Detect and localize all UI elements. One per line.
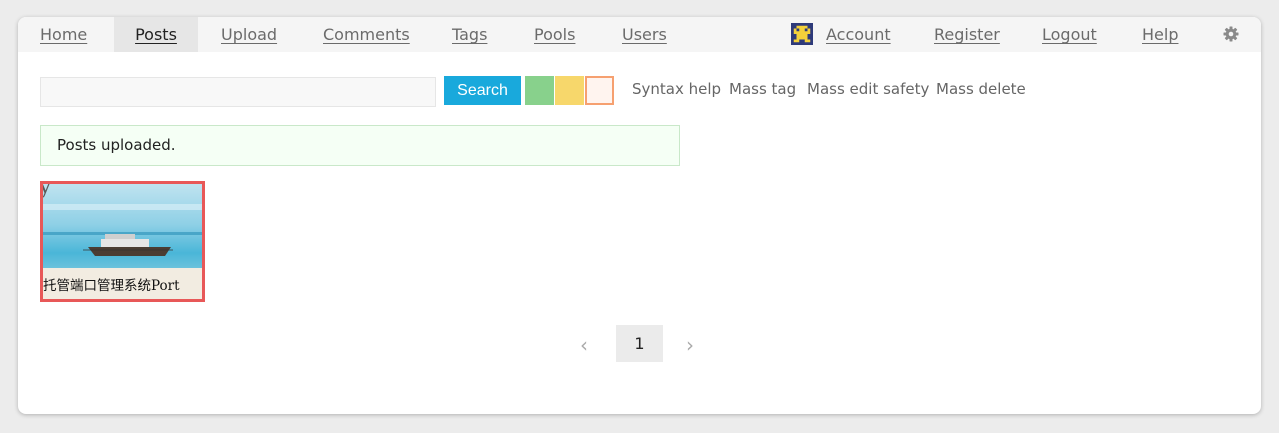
pagination-next-icon[interactable]: › (686, 333, 694, 357)
nav-account[interactable]: Account (826, 17, 891, 52)
nav-users[interactable]: Users (622, 17, 667, 52)
app-window: Home Posts Upload Comments Tags Pools Us… (18, 17, 1261, 414)
nav-register[interactable]: Register (934, 17, 1000, 52)
nav-home[interactable]: Home (40, 17, 87, 52)
nav-help[interactable]: Help (1142, 17, 1178, 52)
post-thumbnail[interactable]: y 托管端口管理系统Port (40, 181, 205, 302)
mass-tag-link[interactable]: Mass tag (729, 80, 796, 98)
search-input[interactable] (40, 77, 436, 107)
nav-pools[interactable]: Pools (534, 17, 575, 52)
post-thumbnail-caption: 托管端口管理系统Port (43, 278, 180, 294)
syntax-help-link[interactable]: Syntax help (632, 80, 721, 98)
mass-delete-link[interactable]: Mass delete (936, 80, 1026, 98)
safety-filter-sketchy[interactable] (555, 76, 584, 105)
gear-icon[interactable] (1223, 26, 1239, 42)
nav-comments[interactable]: Comments (323, 17, 410, 52)
mass-edit-safety-link[interactable]: Mass edit safety (807, 80, 929, 98)
safety-filter-safe[interactable] (525, 76, 554, 105)
safety-filter-unsafe[interactable] (585, 76, 614, 105)
search-button[interactable]: Search (444, 76, 521, 105)
account-avatar[interactable] (791, 23, 813, 45)
upload-success-message: Posts uploaded. (40, 125, 680, 166)
nav-posts[interactable]: Posts (114, 17, 198, 52)
nav-upload[interactable]: Upload (221, 17, 277, 52)
post-thumbnail-corner-text: y (40, 181, 52, 199)
nav-logout[interactable]: Logout (1042, 17, 1097, 52)
pagination-page-current[interactable]: 1 (616, 325, 663, 362)
pagination-prev-icon[interactable]: ‹ (580, 333, 588, 357)
nav-tags[interactable]: Tags (452, 17, 487, 52)
top-navigation: Home Posts Upload Comments Tags Pools Us… (18, 17, 1261, 52)
